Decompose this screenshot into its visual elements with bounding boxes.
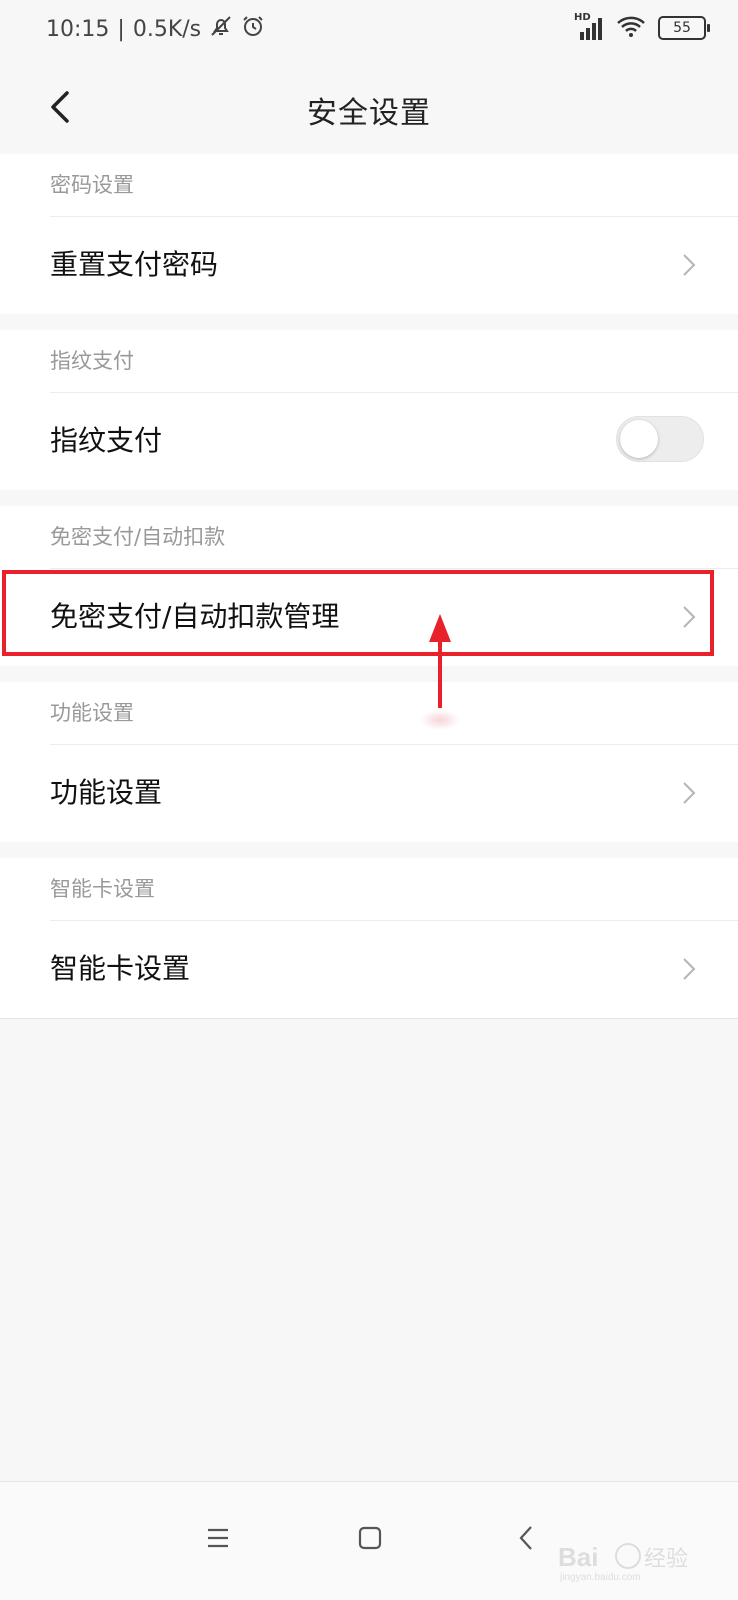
row-smart-card-settings[interactable]: 智能卡设置	[0, 920, 738, 1018]
section-smart-card: 智能卡设置 智能卡设置	[0, 858, 738, 1019]
row-reset-pay-password[interactable]: 重置支付密码	[0, 216, 738, 314]
svg-text:经验: 经验	[644, 1546, 688, 1571]
highlight-box	[2, 570, 714, 656]
chevron-right-icon	[683, 782, 696, 804]
section-header: 功能设置	[50, 682, 738, 745]
svg-text:Bai: Bai	[558, 1542, 598, 1572]
home-button[interactable]	[348, 1516, 392, 1560]
svg-text:jingyan.baidu.com: jingyan.baidu.com	[559, 1572, 641, 1582]
section-password: 密码设置 重置支付密码	[0, 154, 738, 314]
row-label: 功能设置	[50, 776, 163, 809]
menu-button[interactable]	[196, 1516, 240, 1560]
signal-icon: HD	[574, 12, 604, 40]
title-bar: 安全设置	[0, 64, 738, 154]
navigation-bar: Bai 经验 jingyan.baidu.com	[0, 1481, 738, 1600]
watermark-logo: Bai 经验 jingyan.baidu.com	[558, 1542, 688, 1582]
section-header: 免密支付/自动扣款	[50, 506, 738, 569]
chevron-right-icon	[683, 254, 696, 276]
status-speed: 0.5K/s	[132, 16, 202, 42]
section-function: 功能设置 功能设置	[0, 682, 738, 842]
row-label: 智能卡设置	[50, 952, 191, 985]
page-title: 安全设置	[307, 96, 431, 131]
mute-bell-icon	[209, 14, 233, 44]
annotation-arrow	[420, 614, 460, 730]
status-right: HD 55	[574, 12, 710, 42]
alarm-icon	[241, 14, 265, 44]
section-fingerprint: 指纹支付 指纹支付	[0, 330, 738, 490]
status-left: 10:15 | 0.5K/s	[46, 14, 265, 44]
section-header: 密码设置	[50, 154, 738, 217]
section-header: 指纹支付	[50, 330, 738, 393]
status-time: 10:15	[46, 16, 110, 42]
row-label: 指纹支付	[50, 424, 163, 457]
nav-back-button[interactable]	[504, 1516, 548, 1560]
section-header: 智能卡设置	[50, 858, 738, 921]
toggle-knob	[620, 420, 658, 458]
row-label: 重置支付密码	[50, 248, 219, 281]
chevron-right-icon	[683, 958, 696, 980]
battery-icon: 55	[658, 16, 710, 40]
wifi-icon	[616, 14, 646, 42]
menu-icon	[208, 1528, 228, 1548]
row-fingerprint-pay: 指纹支付	[0, 392, 738, 490]
row-function-settings[interactable]: 功能设置	[0, 744, 738, 842]
home-icon	[358, 1526, 382, 1550]
fingerprint-toggle[interactable]	[616, 416, 704, 462]
status-bar: 10:15 | 0.5K/s HD 55	[0, 0, 738, 64]
nav-back-icon	[519, 1526, 532, 1550]
status-separator: |	[117, 16, 125, 42]
